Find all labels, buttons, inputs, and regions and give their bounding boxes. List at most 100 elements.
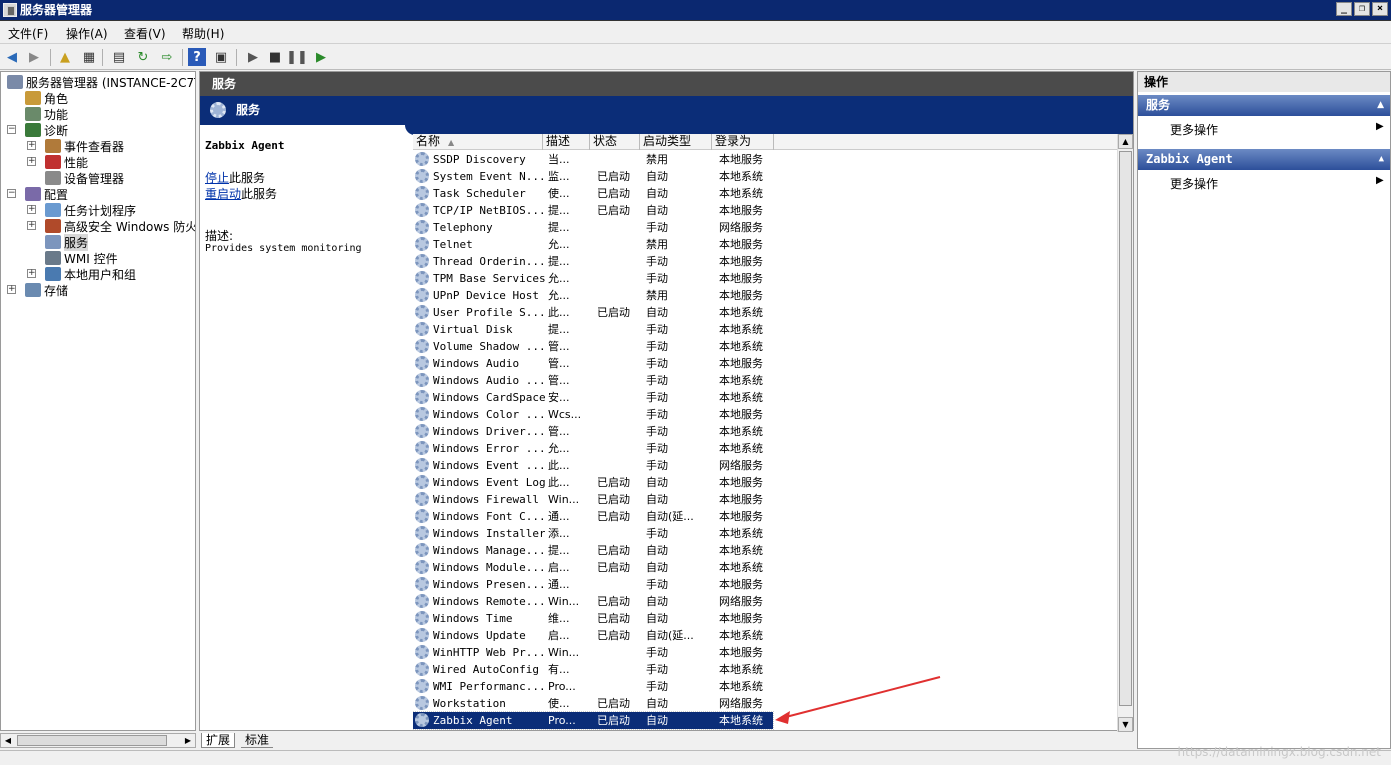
service-row[interactable]: Volume Shadow ... 管... 手动 本地系统 [413, 338, 973, 355]
service-row[interactable]: Windows Audio 管... 手动 本地服务 [413, 355, 973, 372]
scroll-left-icon[interactable]: ◀ [1, 734, 15, 747]
service-row[interactable]: Windows Audio ... 管... 手动 本地系统 [413, 372, 973, 389]
menu-help[interactable]: 帮助(H) [182, 25, 224, 42]
view-icon[interactable]: ▣ [212, 48, 230, 66]
service-row[interactable]: Windows Manage... 提... 已启动 自动 本地系统 [413, 542, 973, 559]
forward-icon[interactable]: ▶ [25, 48, 43, 66]
refresh-icon[interactable]: ↻ [134, 48, 152, 66]
service-row[interactable]: Task Scheduler 使... 已启动 自动 本地系统 [413, 185, 973, 202]
column-status[interactable]: 状态 [590, 134, 640, 150]
stop-icon[interactable]: ■ [266, 48, 284, 66]
tree-item[interactable]: 设备管理器 [45, 170, 124, 186]
show-hide-tree-icon[interactable]: ▦ [80, 48, 98, 66]
stop-service-link[interactable]: 停止此服务 [205, 169, 265, 186]
export-icon[interactable]: ⇨ [158, 48, 176, 66]
collapse-icon[interactable]: − [7, 125, 16, 134]
expand-icon[interactable]: + [27, 221, 36, 230]
actions-section-services[interactable]: 服务 ▲ [1138, 95, 1390, 116]
list-vertical-scrollbar[interactable]: ▲ ▼ [1117, 134, 1133, 732]
more-actions-zabbix[interactable]: 更多操作 ▶ [1170, 175, 1384, 192]
expand-icon[interactable]: + [27, 205, 36, 214]
scroll-up-icon[interactable]: ▲ [1118, 134, 1133, 149]
service-row[interactable]: TCP/IP NetBIOS... 提... 已启动 自动 本地服务 [413, 202, 973, 219]
service-row[interactable]: Windows Firewall Win... 已启动 自动 本地服务 [413, 491, 973, 508]
restore-button[interactable]: ❐ [1354, 2, 1370, 16]
tree-item[interactable]: WMI 控件 [45, 250, 118, 266]
column-description[interactable]: 描述 [543, 134, 590, 150]
tree-item[interactable]: 服务器管理器 (INSTANCE-2C7T7 [7, 74, 195, 90]
service-desc: Pro... [548, 714, 576, 727]
close-button[interactable]: × [1372, 2, 1388, 16]
service-row[interactable]: Telnet 允... 禁用 本地服务 [413, 236, 973, 253]
tree-horizontal-scrollbar[interactable]: ◀ ▶ [0, 733, 196, 748]
play-icon[interactable]: ▶ [244, 48, 262, 66]
expand-icon[interactable]: + [7, 285, 16, 294]
service-row[interactable]: Windows Event Log 此... 已启动 自动 本地服务 [413, 474, 973, 491]
tree-item[interactable]: 高级安全 Windows 防火墙 [45, 218, 195, 234]
column-name[interactable]: 名称 ▲ [413, 134, 543, 150]
service-row[interactable]: TPM Base Services 允... 手动 本地服务 [413, 270, 973, 287]
column-startup-type[interactable]: 启动类型 [640, 134, 712, 150]
service-row[interactable]: Zabbix Agent Pro... 已启动 自动 本地系统 [413, 711, 774, 730]
service-row[interactable]: Telephony 提... 手动 网络服务 [413, 219, 973, 236]
expand-icon[interactable]: + [27, 157, 36, 166]
service-row[interactable]: Windows Font C... 通... 已启动 自动(延... 本地服务 [413, 508, 973, 525]
service-row[interactable]: WinHTTP Web Pr... Win... 手动 本地服务 [413, 644, 973, 661]
tree-item[interactable]: 性能 [45, 154, 88, 170]
menu-action[interactable]: 操作(A) [66, 25, 108, 42]
tree-item[interactable]: 角色 [25, 90, 68, 106]
resume-icon[interactable]: ▶ [312, 48, 330, 66]
service-row[interactable]: UPnP Device Host 允... 禁用 本地服务 [413, 287, 973, 304]
service-row[interactable]: SSDP Discovery 当... 禁用 本地服务 [413, 151, 973, 168]
column-logon-as[interactable]: 登录为 [712, 134, 774, 150]
tab-extended[interactable]: 扩展 [201, 733, 236, 748]
tab-standard[interactable]: 标准 [241, 733, 274, 748]
service-row[interactable]: Windows Remote... Win... 已启动 自动 网络服务 [413, 593, 973, 610]
service-row[interactable]: Windows Error ... 允... 手动 本地系统 [413, 440, 973, 457]
pause-icon[interactable]: ❚❚ [286, 48, 308, 66]
help-icon[interactable]: ? [188, 48, 206, 66]
service-row[interactable]: Windows Presen... 通... 手动 本地服务 [413, 576, 973, 593]
scroll-thumb[interactable] [17, 735, 167, 746]
service-row[interactable]: Virtual Disk 提... 手动 本地系统 [413, 321, 973, 338]
expand-icon[interactable]: + [27, 269, 36, 278]
expand-icon[interactable]: + [27, 141, 36, 150]
tree-item[interactable]: 任务计划程序 [45, 202, 136, 218]
service-row[interactable]: System Event N... 监... 已启动 自动 本地系统 [413, 168, 973, 185]
tree-item[interactable]: 服务 [45, 233, 89, 251]
tree-item[interactable]: 事件查看器 [45, 138, 124, 154]
menu-view[interactable]: 查看(V) [124, 25, 166, 42]
service-row[interactable]: Windows Event ... 此... 手动 网络服务 [413, 457, 973, 474]
service-row[interactable]: Windows Time 维... 已启动 自动 本地服务 [413, 610, 973, 627]
back-icon[interactable]: ◀ [3, 48, 21, 66]
service-row[interactable]: Windows Update 启... 已启动 自动(延... 本地系统 [413, 627, 973, 644]
up-folder-icon[interactable]: ▲ [56, 48, 74, 66]
actions-section-zabbix[interactable]: Zabbix Agent ▲ [1138, 149, 1390, 170]
more-actions-services[interactable]: 更多操作 ▶ [1170, 121, 1384, 138]
restart-service-link[interactable]: 重启动此服务 [205, 185, 277, 202]
scroll-down-icon[interactable]: ▼ [1118, 717, 1133, 732]
menu-file[interactable]: 文件(F) [8, 25, 48, 42]
properties-icon[interactable]: ▤ [110, 48, 128, 66]
tree-item[interactable]: 存储 [25, 282, 68, 298]
service-row[interactable]: Windows Color ... Wcs... 手动 本地服务 [413, 406, 973, 423]
scroll-right-icon[interactable]: ▶ [181, 734, 195, 747]
service-status: 已启动 [597, 306, 630, 319]
menu-bar: 文件(F) 操作(A) 查看(V) 帮助(H) [0, 22, 1391, 44]
service-row[interactable]: Thread Orderin... 提... 手动 本地服务 [413, 253, 973, 270]
minimize-button[interactable]: _ [1336, 2, 1352, 16]
service-row[interactable]: Wired AutoConfig 有... 手动 本地系统 [413, 661, 973, 678]
tree-item[interactable]: 功能 [25, 106, 68, 122]
scroll-thumb[interactable] [1119, 151, 1132, 706]
tree-item[interactable]: 诊断 [25, 122, 68, 138]
service-row[interactable]: Windows Installer 添... 手动 本地系统 [413, 525, 973, 542]
service-row[interactable]: User Profile S... 此... 已启动 自动 本地系统 [413, 304, 973, 321]
tree-item[interactable]: 本地用户和组 [45, 266, 136, 282]
service-row[interactable]: Windows Module... 启... 已启动 自动 本地系统 [413, 559, 973, 576]
service-row[interactable]: Windows CardSpace 安... 手动 本地系统 [413, 389, 973, 406]
service-row[interactable]: Windows Driver... 管... 手动 本地系统 [413, 423, 973, 440]
tree-item[interactable]: 配置 [25, 186, 68, 202]
service-row[interactable]: Workstation 使... 已启动 自动 网络服务 [413, 695, 973, 712]
collapse-icon[interactable]: − [7, 189, 16, 198]
service-row[interactable]: WMI Performanc... Pro... 手动 本地系统 [413, 678, 973, 695]
